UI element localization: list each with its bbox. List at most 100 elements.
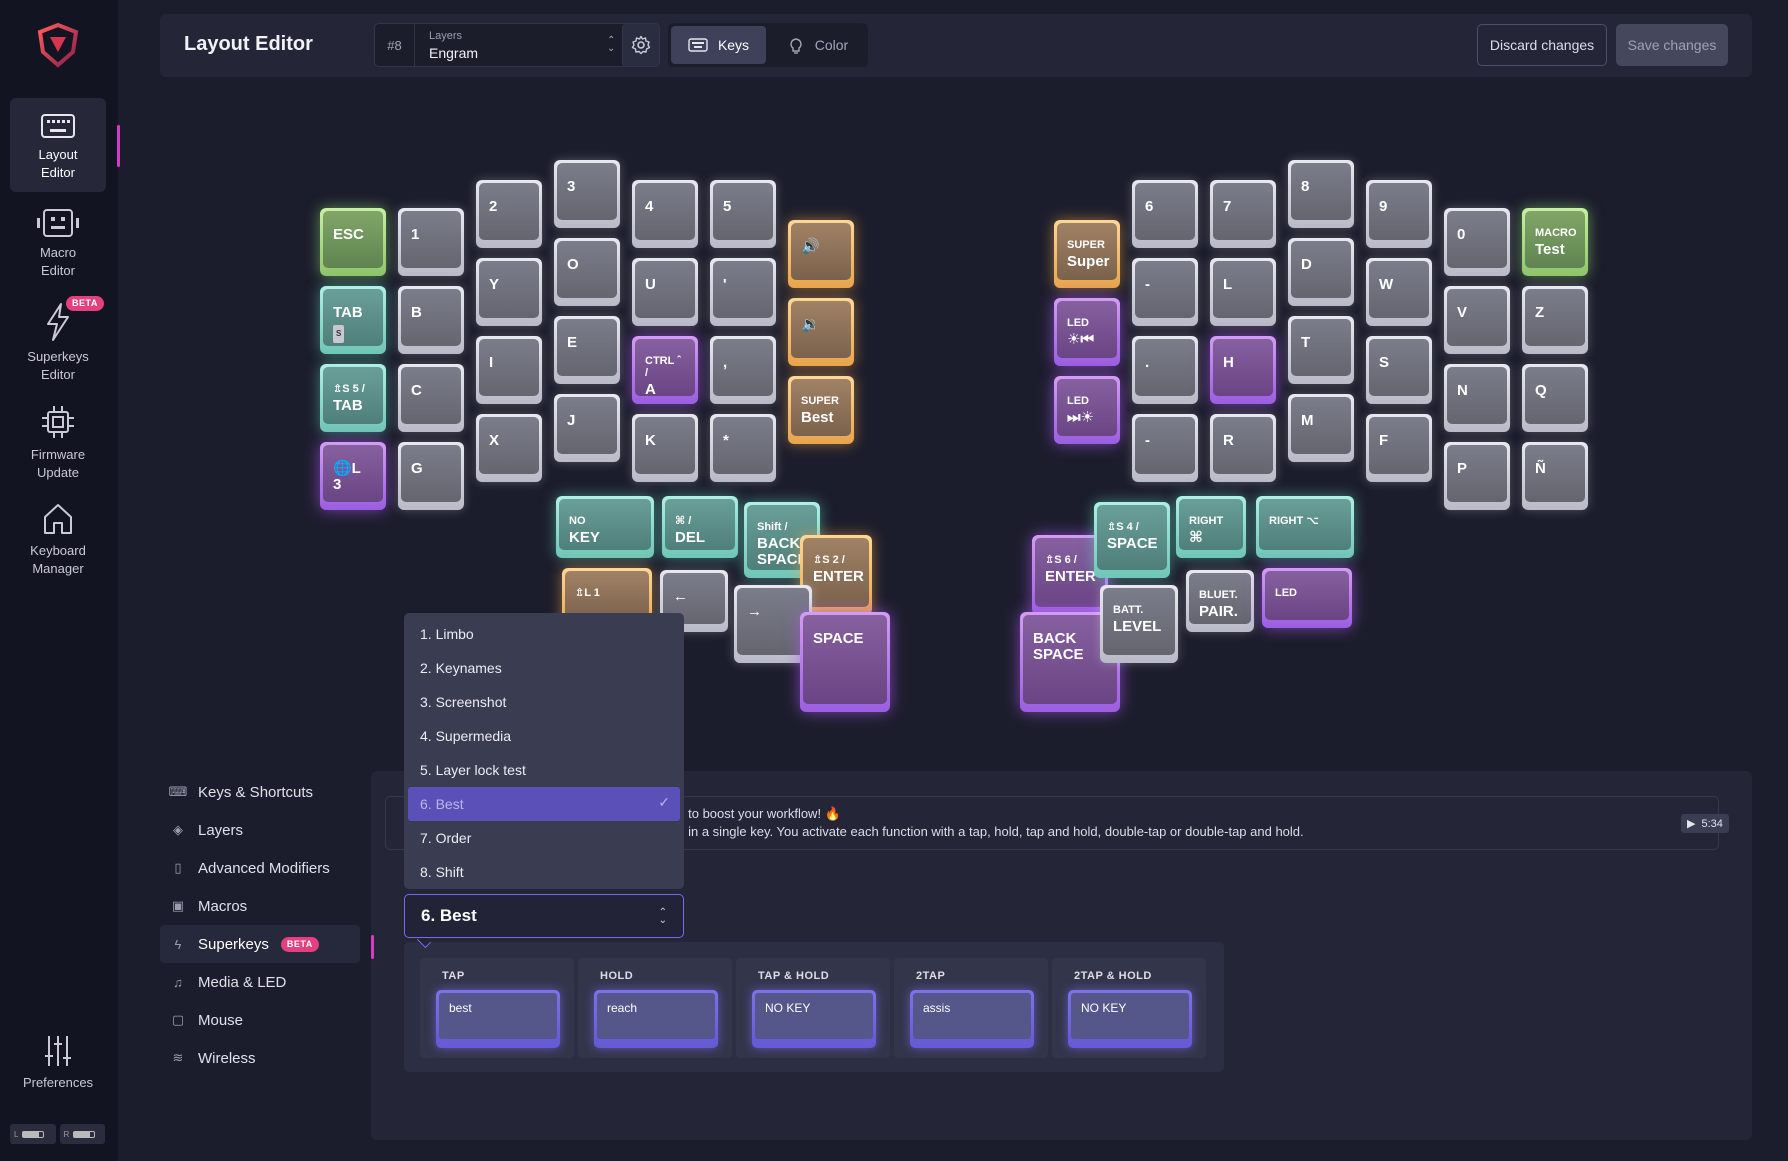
left-key[interactable]: 1 [398,208,464,276]
right-key[interactable]: 7 [1210,180,1276,248]
right-key[interactable]: 0 [1444,208,1510,276]
left-key[interactable]: TAB S [320,286,386,354]
dropdown-option[interactable]: 7. Order [408,821,680,855]
left-key[interactable]: E [554,316,620,384]
menu-item-wireless[interactable]: ≋ Wireless [160,1039,360,1077]
dropdown-option[interactable]: 6. Best ✓ [408,787,680,821]
right-thumb-key[interactable]: RIGHT ⌘ [1176,496,1246,558]
right-key[interactable]: D [1288,238,1354,306]
right-thumb-key[interactable]: ⇬S 4 / SPACE [1094,502,1170,578]
key-label: B [411,304,422,321]
left-thumb-key[interactable]: SPACE [800,612,890,712]
left-key[interactable]: G [398,442,464,510]
left-thumb-key[interactable]: NO KEY [556,496,654,558]
active-menu-marker [371,935,374,959]
key-cap: ⇬S 2 / ENTER [803,538,869,607]
menu-item-macros[interactable]: ▣ Macros [160,887,360,925]
key-label: M [1301,412,1314,429]
right-key[interactable]: L [1210,258,1276,326]
left-thumb-key[interactable]: ⌘ / DEL [662,496,738,558]
action-label: TAP [442,970,465,982]
left-key[interactable]: ⇬S 5 / TAB [320,364,386,432]
right-key[interactable]: R [1210,414,1276,482]
superkey-select[interactable]: 6. Best ⌃ ⌄ [404,894,684,938]
action-key-slot[interactable]: NO KEY [752,990,876,1048]
menu-item-mouse[interactable]: ▢ Mouse [160,1001,360,1039]
right-key[interactable]: N [1444,364,1510,432]
left-key[interactable]: * [710,414,776,482]
dropdown-option[interactable]: 4. Supermedia [408,719,680,753]
right-key[interactable]: Q [1522,364,1588,432]
right-key[interactable]: LED ☀⏮ [1054,298,1120,366]
menu-item-layers[interactable]: ◈ Layers [160,811,360,849]
right-key[interactable]: SUPER Super [1054,220,1120,288]
action-key-slot[interactable]: NO KEY [1068,990,1192,1048]
right-key[interactable]: - [1132,414,1198,482]
menu-item-keys-shortcuts[interactable]: ⌨ Keys & Shortcuts [160,773,360,811]
right-key[interactable]: LED ⏭☀ [1054,376,1120,444]
right-key[interactable]: . [1132,336,1198,404]
menu-item-superkeys[interactable]: ϟ Superkeys BETA [160,925,360,963]
key-cap: 5 [713,183,773,240]
right-key[interactable]: S [1366,336,1432,404]
left-key[interactable]: CTRL ˆ / A [632,336,698,404]
left-key[interactable]: , [710,336,776,404]
right-key[interactable]: 8 [1288,160,1354,228]
left-key[interactable]: 2 [476,180,542,248]
left-key[interactable]: C [398,364,464,432]
action-key-slot[interactable]: best [436,990,560,1048]
right-key[interactable]: T [1288,316,1354,384]
menu-item-label: Advanced Modifiers [198,859,330,877]
left-key[interactable]: B [398,286,464,354]
left-key[interactable]: ESC [320,208,386,276]
left-key[interactable]: O [554,238,620,306]
dropdown-option[interactable]: 5. Layer lock test [408,753,680,787]
right-thumb-key[interactable]: RIGHT ⌥ [1256,496,1354,558]
video-play-button[interactable]: ▶ 5:34 [1681,814,1729,833]
action-key-slot[interactable]: reach [594,990,718,1048]
left-key[interactable]: 5 [710,180,776,248]
key-label: ESC [333,226,364,243]
dropdown-option[interactable]: 1. Limbo [408,617,680,651]
right-key[interactable]: V [1444,286,1510,354]
left-key[interactable]: U [632,258,698,326]
action-key-slot[interactable]: assis [910,990,1034,1048]
left-key[interactable]: I [476,336,542,404]
key-cap: BLUET. PAIR. [1189,573,1251,624]
left-key[interactable]: K [632,414,698,482]
dropdown-option[interactable]: 8. Shift [408,855,680,889]
left-key[interactable]: Y [476,258,542,326]
right-thumb-key[interactable]: BATT. LEVEL [1100,585,1178,663]
left-key[interactable]: 🌐L 3 [320,442,386,510]
right-key[interactable]: M [1288,394,1354,462]
dropdown-option[interactable]: 3. Screenshot [408,685,680,719]
right-thumb-key[interactable]: BLUET. PAIR. [1186,570,1254,632]
key-top-label: RIGHT ⌥ [1269,515,1319,527]
menu-item-advanced-modifiers[interactable]: ▯ Advanced Modifiers [160,849,360,887]
right-key[interactable]: 6 [1132,180,1198,248]
dropdown-option[interactable]: 2. Keynames [408,651,680,685]
right-key[interactable]: Z [1522,286,1588,354]
left-key[interactable]: X [476,414,542,482]
right-key[interactable]: W [1366,258,1432,326]
right-key[interactable]: P [1444,442,1510,510]
left-key[interactable]: J [554,394,620,462]
right-key[interactable]: F [1366,414,1432,482]
menu-item-media-led[interactable]: ♫ Media & LED [160,963,360,1001]
right-key[interactable]: Ñ [1522,442,1588,510]
left-key[interactable]: 🔊 [788,220,854,288]
right-key[interactable]: H [1210,336,1276,404]
left-key[interactable]: 4 [632,180,698,248]
key-cap: RIGHT ⌥ [1259,499,1351,550]
action-column: TAP best [420,958,574,1058]
rail-preferences[interactable]: Preferences [10,1034,106,1094]
right-key[interactable]: 9 [1366,180,1432,248]
right-key[interactable]: MACRO Test [1522,208,1588,276]
right-key[interactable]: - [1132,258,1198,326]
right-thumb-key[interactable]: LED [1262,568,1352,628]
left-key[interactable]: ' [710,258,776,326]
left-key[interactable]: 3 [554,160,620,228]
left-key[interactable]: 🔉 [788,298,854,366]
key-cap: Ñ [1525,445,1585,502]
left-key[interactable]: SUPER Best [788,376,854,444]
